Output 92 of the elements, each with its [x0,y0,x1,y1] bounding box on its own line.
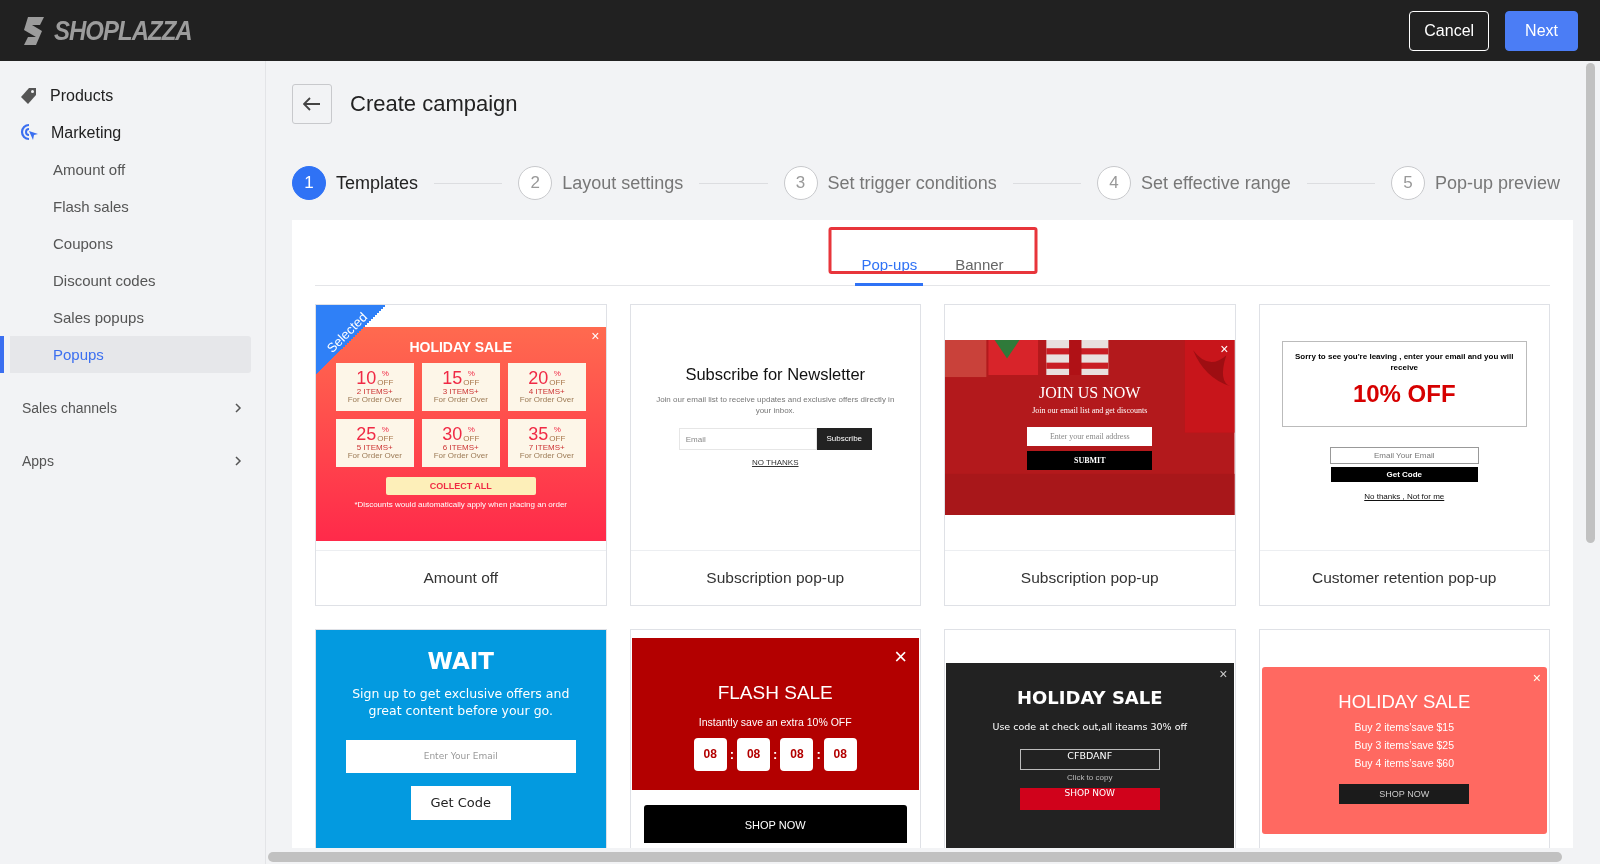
email-field: Email Your Email [1329,447,1479,464]
popup-title: WAIT [426,648,495,674]
offer-text: 10% OFF [1351,379,1457,408]
template-card[interactable]: Sorry to see you're leaving , enter your email and you will receive 10% OFF Email Your Email Get Code No thanks , Not for me Customer retention pop-up [1258,304,1550,606]
code-field: CFBDANF [1019,749,1160,770]
popup-footnote: *Discounts would automatically apply when placing an order [353,500,569,509]
offer-line: Buy 3 items’save $25 [1353,739,1456,751]
sidebar-group[interactable]: Sales channels [0,389,251,426]
template-card[interactable]: × HOLIDAY SALE Buy 2 items’save $15 Buy 3 items’save $25 Buy 4 items’save $60 SHOP NOW [1258,629,1550,848]
shop-now-button: SHOP NOW [1019,788,1160,810]
popup-title: JOIN US NOW [1038,384,1142,402]
template-card[interactable]: Subscribe for Newsletter Join our email list to receive updates and exclusive offers directly in your inbox. Email Subscribe NO THANKS Subscription pop-up [629,304,921,606]
step-number: 3 [783,166,818,200]
sidebar-item[interactable]: Flash sales [0,188,251,225]
next-button[interactable]: Next [1505,10,1578,51]
popup-text: Use code at check out,all iteams 30% off [991,721,1189,732]
step-number: 5 [1390,166,1425,200]
separator-text: : [773,747,778,762]
popup-text: Sign up to get exclusive offers and great content before your go. [351,686,571,720]
step-number: 2 [518,166,553,200]
template-caption: Subscription pop-up [1019,568,1160,588]
template-card[interactable]: WAIT Sign up to get exclusive offers and great content before your go. Enter Your Email Get Code [315,629,607,848]
template-caption: Customer retention pop-up [1311,568,1498,588]
shop-now-button: SHOP NOW [1339,784,1470,804]
cancel-button[interactable]: Cancel [1409,10,1490,51]
back-arrow-icon [303,97,321,111]
sidebar-item[interactable]: Sales popups [0,299,251,336]
collect-button: COLLECT ALL [385,477,536,495]
popup-text: Join our email list to receive updates and exclusive offers directly in your inbox. [655,394,896,417]
page-title: Create campaign [350,91,518,117]
no-thanks-link: No thanks , Not for me [1363,492,1446,501]
email-field: Email [678,428,817,451]
step-label: Pop-up preview [1434,172,1560,194]
sidebar-label: Marketing [51,123,122,142]
tab[interactable]: Banner [949,246,1010,286]
subscribe-button: Subscribe [816,428,872,451]
popup-title: Subscribe for Newsletter [684,365,867,384]
template-caption: Subscription pop-up [705,568,846,588]
tab[interactable]: Pop-ups [855,246,924,286]
popup-title: HOLIDAY SALE [1337,691,1472,713]
sidebar-label: Products [50,86,114,105]
separator-text: : [729,747,735,762]
step-label: Templates [336,172,419,194]
scrollbar-thumb[interactable] [268,852,1562,862]
sidebar-label: Sales channels [22,399,117,416]
countdown-digit: 08 [823,738,857,771]
popup-text: Instantly save an extra 10% OFF [697,716,853,728]
step-number: 1 [292,166,326,200]
get-code-button: Get Code [410,785,511,820]
sidebar-item[interactable]: Amount off [0,151,251,188]
countdown-digit: 08 [780,738,814,771]
sidebar-group[interactable]: Apps [0,442,251,479]
logo-text: SHOPLAZZA [54,14,192,47]
step-label: Layout settings [562,172,684,194]
back-button[interactable] [292,84,332,124]
sidebar-item[interactable]: Products [0,77,251,114]
logo-icon [22,16,46,45]
offer-line: Buy 2 items’save $15 [1353,721,1456,733]
template-card[interactable]: × JOIN US NOW Join our email list and get discounts Enter your email address SUBMIT Subscription pop-up [944,304,1236,606]
email-field: Enter your email address [1027,427,1153,446]
step-label: Set trigger conditions [827,172,997,194]
separator-text: : [816,747,821,762]
sidebar-item[interactable]: Coupons [0,225,251,262]
template-card[interactable] [315,304,607,606]
close-icon: × [591,329,600,343]
copy-hint: Click to copy [1066,773,1114,782]
close-icon: × [1532,671,1541,685]
countdown-digit: 08 [737,738,771,771]
sidebar-item[interactable]: Discount codes [0,262,251,299]
close-icon: × [1220,342,1229,356]
close-icon: × [894,646,907,668]
offer-line: Buy 4 items’save $60 [1353,757,1456,769]
shop-now-button: SHOP NOW [643,805,907,843]
scrollbar-thumb[interactable] [1586,63,1595,543]
get-code-button: Get Code [1330,467,1478,482]
template-caption: Amount off [422,568,500,588]
template-card[interactable]: × HOLIDAY SALE Use code at check out,all iteams 30% off CFBDANF Click to copy SHOP NOW [944,629,1236,848]
submit-button: SUBMIT [1027,451,1153,470]
close-icon: × [1219,667,1228,681]
sidebar-label: Apps [22,452,54,469]
no-thanks-link: NO THANKS [751,458,800,468]
popup-text: Join our email list and get discounts [1031,406,1149,415]
countdown-digit: 08 [693,738,727,771]
sidebar-item[interactable]: Marketing [0,114,251,151]
popup-title: HOLIDAY SALE [1015,687,1164,708]
step-number: 4 [1096,166,1131,200]
sidebar-item[interactable]: Popups [0,336,251,373]
email-field: Enter Your Email [345,739,576,773]
popup-title: FLASH SALE [716,682,834,704]
template-card[interactable]: × FLASH SALE Instantly save an extra 10% OFF 08 : 08 : 08 : 08 SHOP NOW [629,629,921,848]
popup-text: Sorry to see you're leaving , enter your email and you will receive [1294,352,1515,374]
step-label: Set effective range [1140,172,1291,194]
